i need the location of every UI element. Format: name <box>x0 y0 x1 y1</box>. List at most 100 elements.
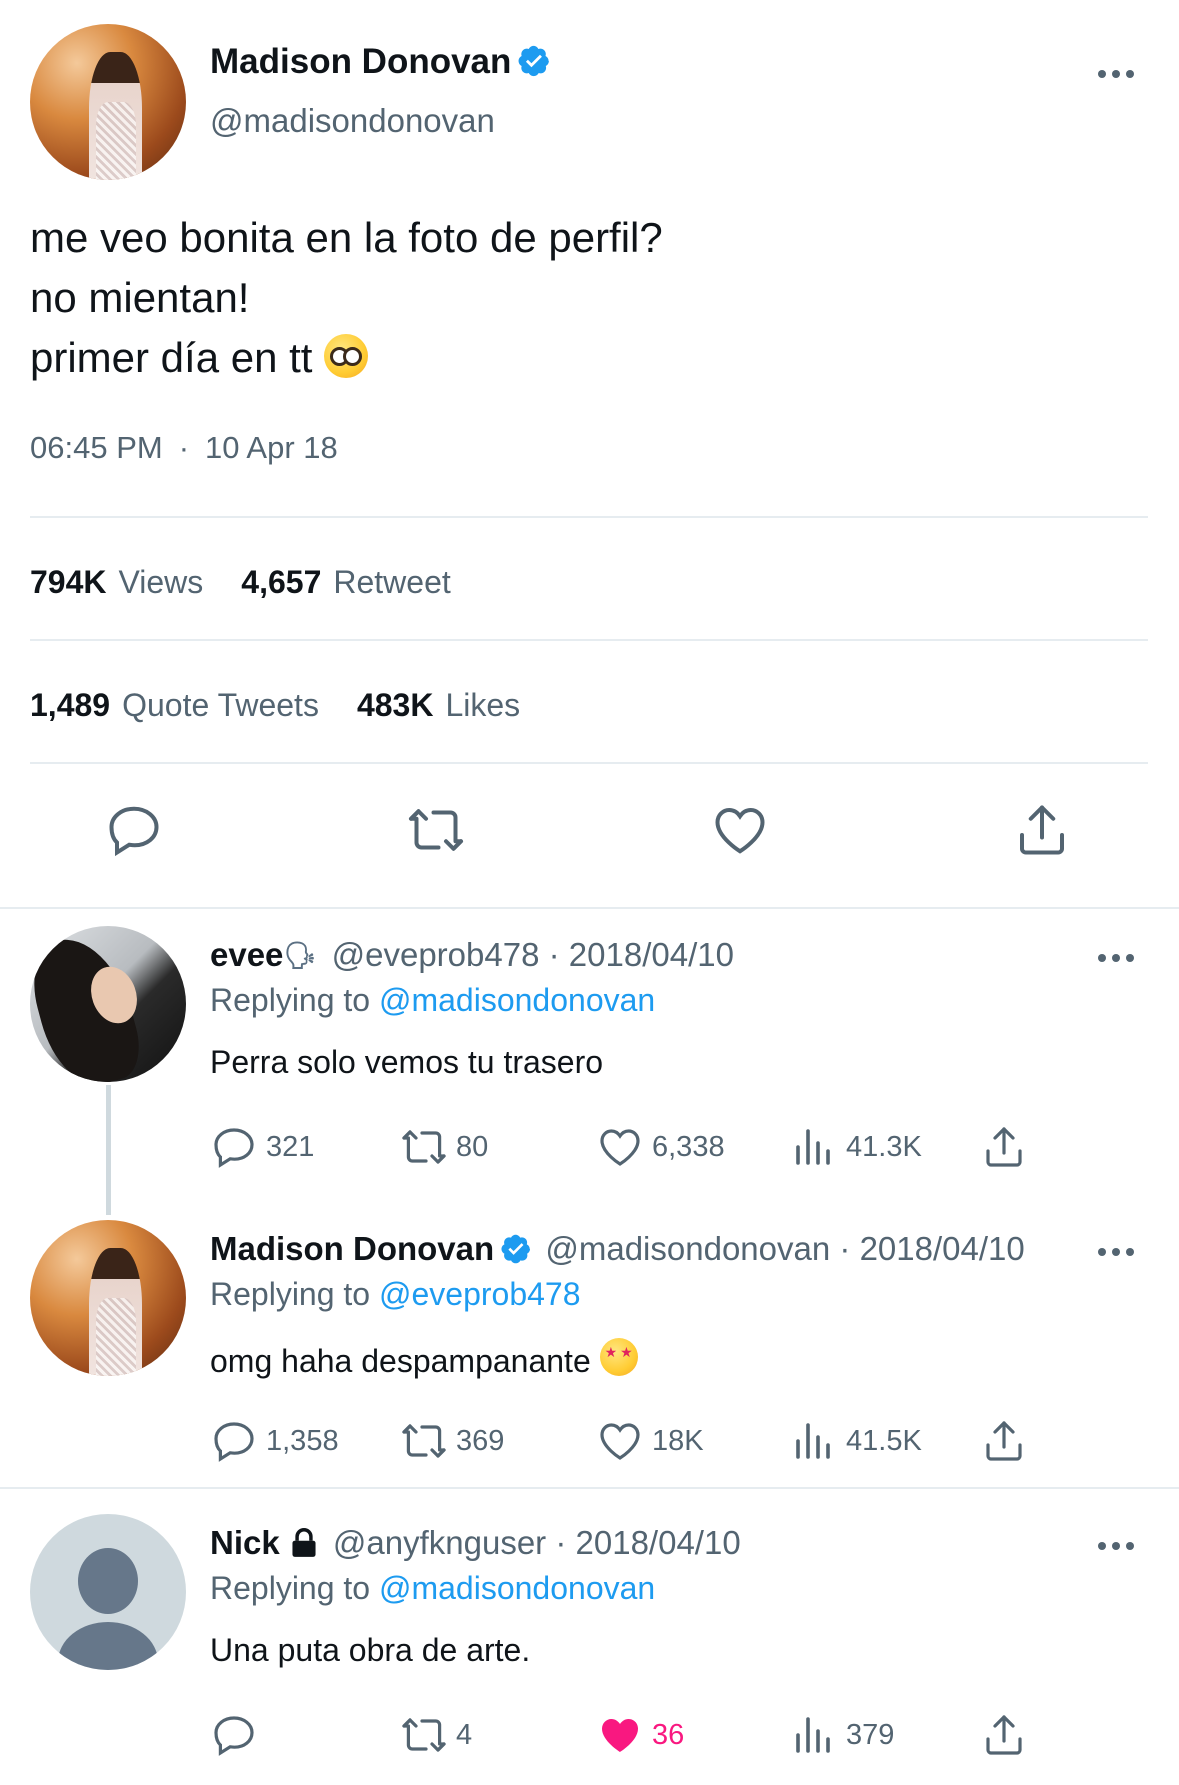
more-options-icon[interactable] <box>1096 1540 1136 1552</box>
retweet-icon[interactable] <box>406 800 466 860</box>
divider <box>30 762 1148 764</box>
reply-header: Nick @anyfknguser · 2018/04/10 <box>210 1524 741 1562</box>
reply-tweet[interactable]: Madison Donovan @madisondonovan · 2018/0… <box>0 1220 1179 1480</box>
retweets-count[interactable]: 4,657 <box>241 564 321 600</box>
retweet-button[interactable]: 369 <box>400 1416 504 1466</box>
reply-date[interactable]: 2018/04/10 <box>569 936 734 973</box>
reply-text-container: omg haha despampanante <box>210 1338 638 1380</box>
replying-to: Replying to @madisondonovan <box>210 1570 655 1607</box>
reply-author-handle[interactable]: @madisondonovan <box>545 1230 830 1267</box>
retweet-icon <box>400 1123 448 1171</box>
replying-to-label: Replying to <box>210 982 371 1018</box>
divider <box>30 639 1148 641</box>
retweet-button[interactable]: 4 <box>400 1710 472 1760</box>
reply-author-name[interactable]: Madison Donovan <box>210 1230 494 1267</box>
share-button[interactable] <box>980 1710 1036 1760</box>
verified-badge-icon <box>517 44 551 78</box>
reply-count: 1,358 <box>266 1424 339 1457</box>
quote-tweets-count[interactable]: 1,489 <box>30 687 110 723</box>
section-divider <box>0 907 1179 909</box>
reply-author-name[interactable]: Nick <box>210 1524 280 1561</box>
reply-actions: 321 80 6,338 41.3K <box>210 1122 1110 1172</box>
replying-to-link[interactable]: @eveprob478 <box>379 1276 581 1312</box>
views-count: 41.3K <box>846 1130 922 1163</box>
author-name-text[interactable]: Madison Donovan <box>210 42 511 81</box>
reply-date[interactable]: 2018/04/10 <box>576 1524 741 1561</box>
like-icon <box>596 1123 644 1171</box>
replying-to-label: Replying to <box>210 1276 371 1312</box>
retweet-icon <box>400 1417 448 1465</box>
reply-text: Una puta obra de arte. <box>210 1632 531 1668</box>
likes-count[interactable]: 483K <box>357 687 434 723</box>
reply-author-handle[interactable]: @anyfknguser <box>333 1524 546 1561</box>
reply-button[interactable] <box>210 1710 266 1760</box>
speaking-head-icon: 🗣 <box>283 940 317 970</box>
replying-to-link[interactable]: @madisondonovan <box>379 982 655 1018</box>
reply-actions: 4 36 379 <box>210 1710 1110 1760</box>
reply-author-avatar[interactable] <box>30 1220 186 1376</box>
reply-button[interactable]: 1,358 <box>210 1416 339 1466</box>
author-handle[interactable]: @madisondonovan <box>210 102 495 140</box>
tweet-timestamp[interactable]: 06:45 PM · 10 Apr 18 <box>30 430 338 466</box>
share-button[interactable] <box>980 1416 1036 1466</box>
views-count: 379 <box>846 1718 895 1751</box>
reply-icon[interactable] <box>104 800 164 860</box>
views-button[interactable]: 379 <box>790 1710 894 1760</box>
like-icon[interactable] <box>710 800 770 860</box>
tweet-date[interactable]: 10 Apr 18 <box>205 430 338 465</box>
share-button[interactable] <box>980 1122 1036 1172</box>
author-name[interactable]: Madison Donovan <box>210 42 551 82</box>
share-icon <box>980 1417 1028 1465</box>
views-button[interactable]: 41.5K <box>790 1416 922 1466</box>
nerd-face-emoji-icon <box>324 334 369 378</box>
views-button[interactable]: 41.3K <box>790 1122 922 1172</box>
tweet-text: me veo bonita en la foto de perfil? no m… <box>30 208 663 388</box>
stats-row-1: 794K Views 4,657 Retweet <box>30 564 489 601</box>
likes-label[interactable]: Likes <box>445 687 520 723</box>
reply-tweet[interactable]: evee🗣 @eveprob478 · 2018/04/10 Replying … <box>0 926 1179 1186</box>
author-avatar[interactable] <box>30 24 186 180</box>
like-button[interactable]: 36 <box>596 1710 684 1760</box>
tweet-actions <box>0 800 1179 870</box>
tweet-line-2: no mientan! <box>30 274 250 321</box>
quote-tweets-label[interactable]: Quote Tweets <box>122 687 319 723</box>
views-count: 41.5K <box>846 1424 922 1457</box>
tweet-line-3: primer día en tt <box>30 328 663 388</box>
replying-to-label: Replying to <box>210 1570 371 1606</box>
section-divider <box>0 1487 1179 1489</box>
share-icon <box>980 1123 1028 1171</box>
tweet-line-3-text: primer día en tt <box>30 334 313 381</box>
reply-tweet[interactable]: Nick @anyfknguser · 2018/04/10 Replying … <box>0 1514 1179 1785</box>
retweet-count: 80 <box>456 1130 489 1163</box>
replying-to-link[interactable]: @madisondonovan <box>379 1570 655 1606</box>
more-options-icon[interactable] <box>1096 68 1136 80</box>
main-tweet: Madison Donovan @madisondonovan me veo b… <box>0 0 1179 908</box>
more-options-icon[interactable] <box>1096 952 1136 964</box>
share-icon[interactable] <box>1012 800 1072 860</box>
reply-author-name[interactable]: evee <box>210 936 283 973</box>
lock-icon <box>292 1528 316 1557</box>
reply-author-avatar[interactable] <box>30 926 186 1082</box>
views-icon <box>790 1417 838 1465</box>
reply-text: Perra solo vemos tu trasero <box>210 1044 604 1080</box>
retweets-label[interactable]: Retweet <box>333 564 450 600</box>
reply-text: omg haha despampanante <box>210 1343 591 1379</box>
like-button[interactable]: 6,338 <box>596 1122 725 1172</box>
like-count: 36 <box>652 1718 685 1751</box>
views-icon <box>790 1711 838 1759</box>
divider <box>30 516 1148 518</box>
reply-author-handle[interactable]: @eveprob478 <box>332 936 540 973</box>
more-options-icon[interactable] <box>1096 1246 1136 1258</box>
reply-button[interactable]: 321 <box>210 1122 314 1172</box>
like-button[interactable]: 18K <box>596 1416 704 1466</box>
tweet-line-1: me veo bonita en la foto de perfil? <box>30 214 663 261</box>
share-icon <box>980 1711 1028 1759</box>
reply-date[interactable]: 2018/04/10 <box>860 1230 1025 1267</box>
reply-icon <box>210 1417 258 1465</box>
like-count: 18K <box>652 1424 704 1457</box>
reply-actions: 1,358 369 18K 41.5K <box>210 1416 1110 1466</box>
default-avatar[interactable] <box>30 1514 186 1670</box>
views-count: 794K <box>30 564 107 600</box>
retweet-button[interactable]: 80 <box>400 1122 488 1172</box>
tweet-time[interactable]: 06:45 PM <box>30 430 163 465</box>
